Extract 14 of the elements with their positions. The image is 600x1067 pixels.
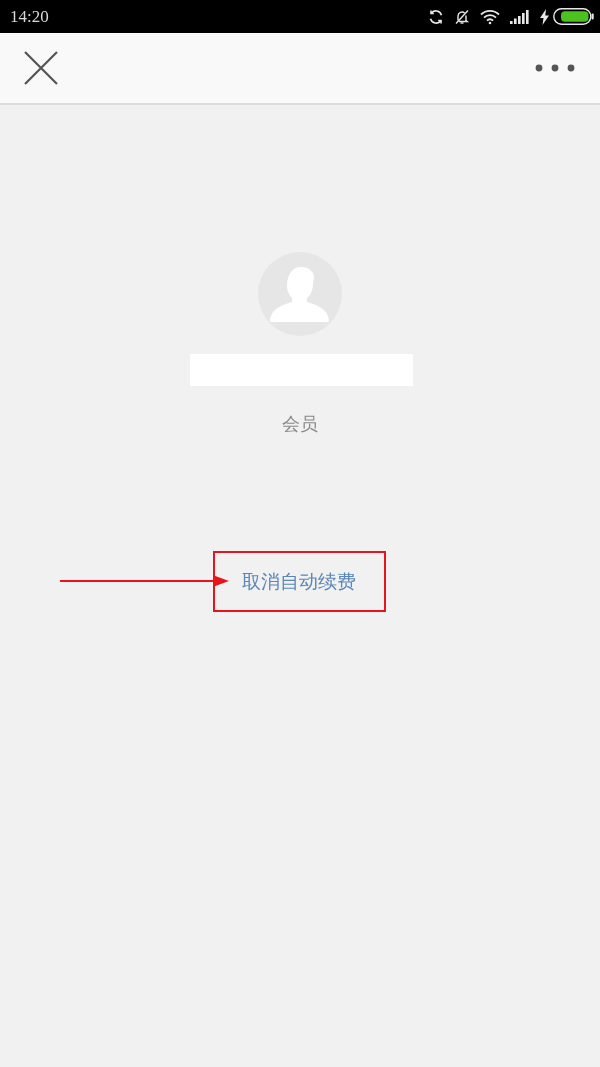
charging-bolt-icon [540, 8, 549, 25]
more-dots-icon [534, 63, 576, 73]
status-time: 14:20 [10, 8, 49, 25]
wifi-icon [480, 8, 500, 25]
more-button[interactable] [534, 62, 576, 74]
battery-icon [553, 8, 594, 25]
cancel-auto-renew-link[interactable]: 取消自动续费 [242, 569, 356, 594]
close-button[interactable] [24, 51, 58, 85]
membership-label: 会员 [282, 413, 318, 436]
bell-off-icon [454, 8, 470, 25]
avatar-silhouette-icon [258, 252, 342, 336]
close-icon [24, 51, 58, 85]
sync-icon [428, 8, 444, 25]
signal-icon [510, 9, 530, 24]
